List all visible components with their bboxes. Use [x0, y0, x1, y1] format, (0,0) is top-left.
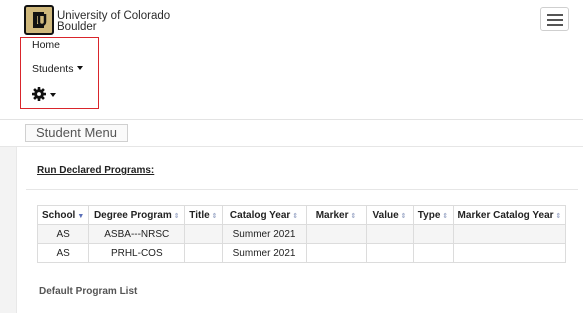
cell-value [365, 243, 414, 263]
cell-degree-program: PRHL-COS [88, 243, 186, 263]
column-header-type[interactable]: Type ⇕ [412, 205, 454, 225]
column-header-label: Title [189, 209, 210, 221]
section-divider [26, 189, 578, 190]
cell-marker-catalog-year [452, 224, 567, 244]
column-header-value[interactable]: Value ⇕ [365, 205, 414, 225]
top-navbar: University of Colorado Boulder Home Stud… [0, 0, 583, 120]
sort-desc-icon: ▼ [77, 212, 85, 220]
cell-school: AS [36, 243, 90, 263]
brand-name[interactable]: University of Colorado Boulder [57, 10, 170, 33]
nav-students-label: Students [32, 63, 74, 75]
cell-marker [305, 243, 367, 263]
caret-down-icon [77, 66, 84, 70]
nav-students-dropdown[interactable]: Students [32, 63, 84, 75]
column-header-label: Degree Program [93, 209, 172, 221]
student-menu-button[interactable]: Student Menu [25, 124, 128, 142]
column-header-marker[interactable]: Marker ⇕ [305, 205, 367, 225]
column-header-catalog-year[interactable]: Catalog Year ⇕ [221, 205, 307, 225]
cell-title [184, 243, 223, 263]
hamburger-bar-icon [547, 14, 563, 16]
cell-school: AS [36, 224, 90, 244]
brand-line-2: Boulder [57, 21, 97, 33]
sort-icon: ⇕ [442, 212, 449, 220]
cu-logo-icon[interactable] [24, 5, 54, 35]
sort-icon: ⇕ [400, 212, 407, 220]
default-program-list-heading: Default Program List [39, 286, 138, 297]
cell-catalog-year: Summer 2021 [221, 243, 307, 263]
hamburger-bar-icon [547, 24, 563, 26]
cell-degree-program: ASBA---NRSC [88, 224, 186, 244]
column-header-label: School [42, 209, 76, 221]
cell-type [412, 243, 454, 263]
sort-icon: ⇕ [173, 212, 180, 220]
gear-icon[interactable] [32, 87, 46, 101]
sort-icon: ⇕ [292, 212, 299, 220]
hamburger-bar-icon [547, 19, 563, 21]
column-header-label: Marker [315, 209, 349, 221]
cell-value [365, 224, 414, 244]
declared-programs-table: School ▼ Degree Program ⇕ Title ⇕ Catalog Y… [36, 205, 567, 263]
table-header-row: School ▼ Degree Program ⇕ Title ⇕ Catalog Y… [36, 205, 567, 225]
cell-type [412, 224, 454, 244]
cell-marker [305, 224, 367, 244]
cell-marker-catalog-year [452, 243, 567, 263]
column-header-degree-program[interactable]: Degree Program ⇕ [88, 205, 186, 225]
table-row[interactable]: AS ASBA---NRSC Summer 2021 [36, 224, 567, 244]
column-header-title[interactable]: Title ⇕ [184, 205, 223, 225]
cell-title [184, 224, 223, 244]
column-header-school[interactable]: School ▼ [36, 205, 90, 225]
table-row[interactable]: AS PRHL-COS Summer 2021 [36, 243, 567, 263]
gear-caret-down-icon[interactable] [50, 93, 56, 97]
nav-home-link[interactable]: Home [32, 39, 60, 51]
left-gutter [0, 147, 17, 313]
sort-icon: ⇕ [350, 212, 357, 220]
column-header-marker-catalog-year[interactable]: Marker Catalog Year ⇕ [452, 205, 567, 225]
menu-toggle-button[interactable] [540, 7, 569, 31]
sort-icon: ⇕ [555, 212, 562, 220]
column-header-label: Catalog Year [229, 209, 291, 221]
run-declared-programs-link[interactable]: Run Declared Programs: [37, 165, 154, 176]
column-header-label: Marker Catalog Year [457, 209, 554, 221]
sort-icon: ⇕ [211, 212, 218, 220]
cell-catalog-year: Summer 2021 [221, 224, 307, 244]
column-header-label: Type [417, 209, 441, 221]
column-header-label: Value [372, 209, 399, 221]
divider [0, 146, 583, 147]
